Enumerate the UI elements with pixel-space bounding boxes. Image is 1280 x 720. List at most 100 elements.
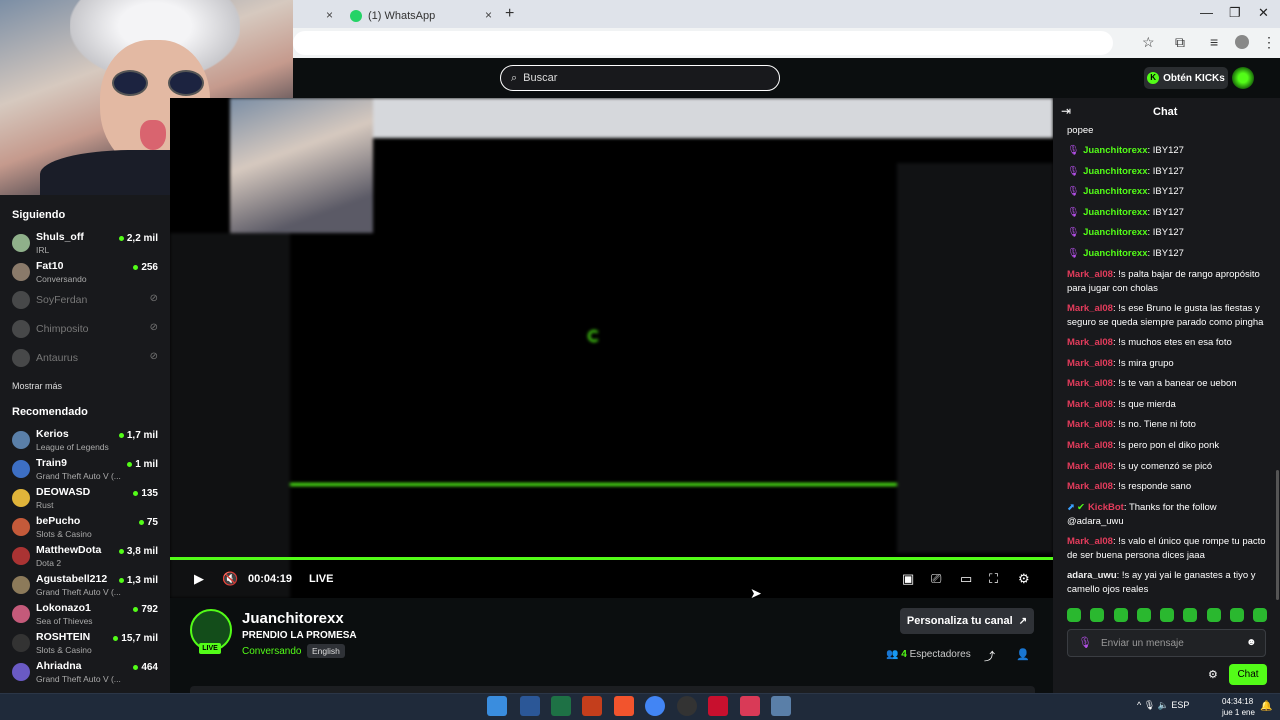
sidebar-item-recommended[interactable]: Ahriadna Grand Theft Auto V (... 464 bbox=[0, 657, 170, 687]
chat-username[interactable]: Mark_al08 bbox=[1067, 399, 1113, 410]
emote-icon[interactable] bbox=[1090, 608, 1105, 622]
browser-tab-whatsapp[interactable]: (1) WhatsApp × bbox=[342, 4, 500, 28]
sidebar-item-recommended[interactable]: Train9 Grand Theft Auto V (... 1 mil bbox=[0, 454, 170, 484]
emote-icon[interactable] bbox=[1183, 608, 1198, 622]
get-kicks-button[interactable]: K Obtén KICKs bbox=[1144, 67, 1228, 89]
chat-username[interactable]: Juanchitorexx bbox=[1083, 145, 1147, 156]
sidebar-item-recommended[interactable]: DEOWASD Rust 135 bbox=[0, 483, 170, 513]
video-player[interactable] bbox=[170, 98, 1053, 598]
extensions-icon[interactable]: ⧉ bbox=[1175, 34, 1185, 51]
chat-username[interactable]: Mark_al08 bbox=[1067, 536, 1113, 547]
sidebar-item-following-offline[interactable]: Antaurus ⊘ bbox=[0, 343, 170, 373]
address-bar[interactable] bbox=[293, 31, 1113, 55]
pocket-icon[interactable] bbox=[740, 696, 760, 716]
language-tag[interactable]: English bbox=[307, 644, 345, 658]
chat-username[interactable]: Juanchitorexx bbox=[1083, 186, 1147, 197]
minimize-button[interactable]: — bbox=[1200, 5, 1213, 20]
mic-badge-icon: 🎙 bbox=[1067, 186, 1080, 197]
emote-icon[interactable] bbox=[1206, 608, 1221, 622]
chat-username[interactable]: Juanchitorexx bbox=[1083, 166, 1147, 177]
sidebar-item-recommended[interactable]: bePucho Slots & Casino 75 bbox=[0, 512, 170, 542]
clip-icon[interactable]: ⎚ bbox=[931, 571, 941, 587]
sidebar-item-following[interactable]: Shuls_off IRL 2,2 mil bbox=[0, 228, 170, 258]
brave-icon[interactable] bbox=[614, 696, 634, 716]
browser-tab-kick[interactable]: × bbox=[293, 4, 341, 28]
windows-taskbar bbox=[0, 693, 1280, 720]
chat-username[interactable]: Mark_al08 bbox=[1067, 303, 1113, 314]
menu-kebab-icon[interactable]: ⋮ bbox=[1262, 34, 1276, 51]
chat-username[interactable]: adara_uwu bbox=[1067, 570, 1117, 581]
collapse-chat-icon[interactable]: ⇥ bbox=[1061, 104, 1071, 118]
chat-scrollbar[interactable] bbox=[1276, 470, 1279, 600]
settings-app-icon[interactable] bbox=[771, 696, 791, 716]
chat-username[interactable]: Mark_al08 bbox=[1067, 440, 1113, 451]
close-tab-icon[interactable]: × bbox=[485, 8, 492, 22]
system-tray[interactable]: ^ 🎙 🔈 ESP bbox=[1137, 700, 1189, 711]
stream-category-link[interactable]: Conversando bbox=[242, 646, 301, 657]
chat-send-button[interactable]: Chat bbox=[1229, 664, 1267, 685]
emote-icon[interactable] bbox=[1253, 608, 1267, 622]
chat-username[interactable]: Mark_al08 bbox=[1067, 461, 1113, 472]
profile-avatar[interactable] bbox=[1235, 35, 1249, 49]
chat-username[interactable]: Mark_al08 bbox=[1067, 378, 1113, 389]
powerpoint-icon[interactable] bbox=[582, 696, 602, 716]
emote-icon[interactable] bbox=[1160, 608, 1174, 622]
new-tab-button[interactable]: + bbox=[505, 5, 514, 23]
close-window-button[interactable]: ✕ bbox=[1258, 5, 1269, 21]
windows-start-icon[interactable] bbox=[487, 696, 507, 716]
chat-username[interactable]: Juanchitorexx bbox=[1083, 227, 1147, 238]
notification-bell-icon[interactable]: 🔔 bbox=[1260, 701, 1272, 712]
chat-username[interactable]: KickBot bbox=[1088, 502, 1124, 513]
user-avatar[interactable] bbox=[1232, 67, 1254, 89]
clock-time[interactable]: 04:34:18 bbox=[1222, 697, 1253, 706]
sidebar-item-following[interactable]: Fat10 Conversando 256 bbox=[0, 257, 170, 287]
theater-mode-icon[interactable]: ▭ bbox=[960, 571, 972, 587]
chat-message-input[interactable]: Enviar un mensaje bbox=[1067, 629, 1266, 657]
sidebar-item-recommended[interactable]: Agustabell212 Grand Theft Auto V (... 1,… bbox=[0, 570, 170, 600]
chat-username[interactable]: Mark_al08 bbox=[1067, 358, 1113, 369]
sidebar-item-recommended[interactable]: ROSHTEIN Slots & Casino 15,7 mil bbox=[0, 628, 170, 658]
chat-username[interactable]: Mark_al08 bbox=[1067, 337, 1113, 348]
play-icon[interactable]: ▶ bbox=[194, 571, 204, 587]
chat-username[interactable]: Juanchitorexx bbox=[1083, 207, 1147, 218]
emoji-picker-icon[interactable]: ☻ bbox=[1246, 637, 1257, 648]
excel-icon[interactable] bbox=[551, 696, 571, 716]
emote-icon[interactable] bbox=[1113, 608, 1128, 622]
emote-icon[interactable] bbox=[1229, 608, 1244, 622]
chat-message: Mark_al08: !s mira grupo bbox=[1067, 357, 1267, 371]
chat-username[interactable]: Mark_al08 bbox=[1067, 419, 1113, 430]
live-progress-bar[interactable] bbox=[170, 557, 1053, 560]
sidebar-item-following-offline[interactable]: SoyFerdan ⊘ bbox=[0, 285, 170, 315]
sidebar-item-recommended[interactable]: MatthewDota Dota 2 3,8 mil bbox=[0, 541, 170, 571]
obs-icon[interactable] bbox=[677, 696, 697, 716]
chat-message: 🎙 Juanchitorexx: IBY127 bbox=[1067, 144, 1267, 158]
emote-icon[interactable] bbox=[1136, 608, 1151, 622]
follow-user-icon[interactable]: 👤 bbox=[1016, 648, 1030, 661]
channel-name[interactable]: Juanchitorexx bbox=[242, 610, 344, 627]
chrome-icon[interactable] bbox=[645, 696, 665, 716]
maximize-button[interactable]: ❐ bbox=[1229, 5, 1241, 21]
chat-username[interactable]: Juanchitorexx bbox=[1083, 248, 1147, 259]
sidebar-item-recommended[interactable]: Kerios League of Legends 1,7 mil bbox=[0, 425, 170, 455]
show-more-link[interactable]: Mostrar más bbox=[12, 381, 62, 391]
app-icon-red[interactable] bbox=[708, 696, 728, 716]
media-icon[interactable]: ≡ bbox=[1210, 34, 1218, 50]
miniplayer-icon[interactable]: ▣ bbox=[902, 571, 914, 587]
sidebar-item-recommended[interactable]: Lokonazo1 Sea of Thieves 792 bbox=[0, 599, 170, 629]
chat-username[interactable]: Mark_al08 bbox=[1067, 269, 1113, 280]
customize-channel-button[interactable]: Personaliza tu canal ↗ bbox=[900, 608, 1034, 634]
mic-icon[interactable]: 🎙 bbox=[1078, 636, 1092, 649]
clock-date[interactable]: jue 1 ene bbox=[1222, 708, 1255, 717]
emote-icon[interactable] bbox=[1067, 608, 1081, 622]
sidebar-item-following-offline[interactable]: Chimposito ⊘ bbox=[0, 314, 170, 344]
word-icon[interactable] bbox=[520, 696, 540, 716]
chat-settings-gear-icon[interactable]: ⚙ bbox=[1208, 668, 1218, 681]
mute-icon[interactable]: 🔇 bbox=[222, 571, 238, 587]
settings-gear-icon[interactable]: ⚙ bbox=[1018, 571, 1030, 587]
close-tab-icon[interactable]: × bbox=[326, 8, 333, 22]
fullscreen-icon[interactable]: ⛶ bbox=[989, 571, 998, 587]
search-input[interactable]: ⌕ Buscar bbox=[500, 65, 780, 91]
share-icon[interactable]: ⤴ bbox=[984, 648, 995, 664]
chat-username[interactable]: Mark_al08 bbox=[1067, 481, 1113, 492]
star-icon[interactable]: ☆ bbox=[1142, 34, 1155, 51]
